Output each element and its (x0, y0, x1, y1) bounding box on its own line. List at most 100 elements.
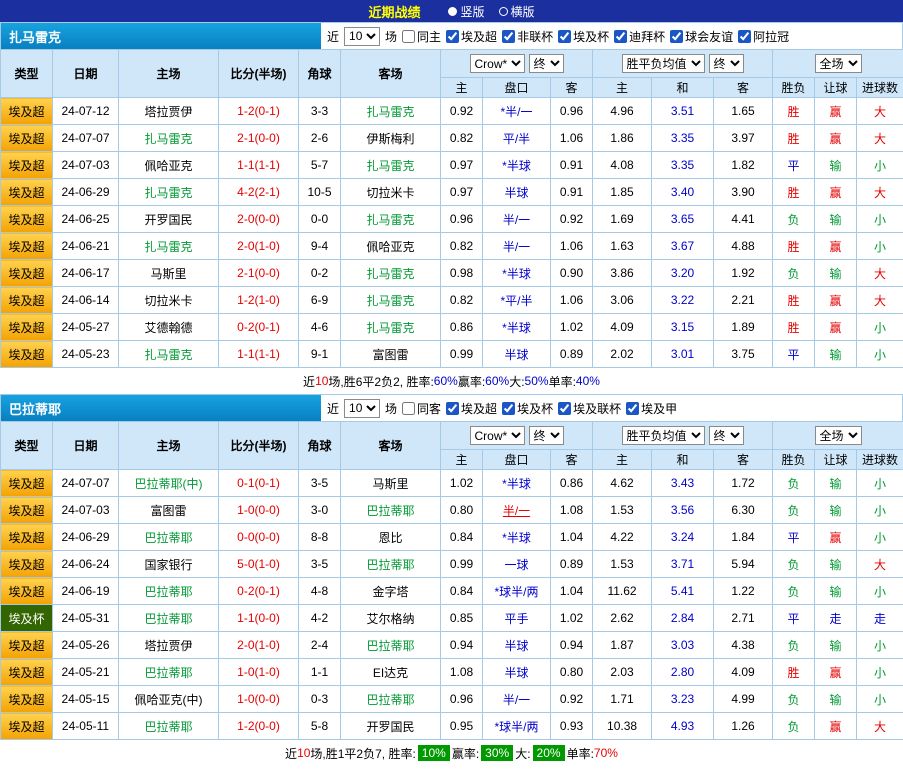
league-type-cell: 埃及超 (1, 686, 53, 713)
asian-odds-header: Crow*终 (441, 422, 593, 450)
euro-away-odds-cell: 3.90 (714, 179, 773, 206)
league-filter-checkbox[interactable] (614, 30, 627, 43)
ah-away-odds-cell: 0.91 (551, 152, 593, 179)
league-filter-checkbox[interactable] (558, 402, 571, 415)
result-cell: 负 (773, 260, 815, 287)
euro-home-odds-cell: 4.22 (593, 524, 652, 551)
league-filter-option[interactable]: 迪拜杯 (614, 28, 665, 45)
corners-cell: 2-6 (299, 125, 341, 152)
league-type-cell: 埃及超 (1, 125, 53, 152)
result-cell: 负 (773, 713, 815, 740)
recent-count-select[interactable]: 10 (344, 27, 380, 46)
recent-count-select[interactable]: 10 (344, 399, 380, 418)
euro-away-odds-cell: 5.94 (714, 551, 773, 578)
euro-home-odds-cell: 1.53 (593, 497, 652, 524)
final-odds-select[interactable]: 终 (709, 54, 744, 73)
home-team-cell: 塔拉贾伊 (119, 632, 219, 659)
column-header: 日期 (53, 50, 119, 98)
league-filter-option[interactable]: 埃及联杯 (558, 400, 621, 417)
euro-home-odds-cell: 11.62 (593, 578, 652, 605)
view-option-vertical[interactable]: 竖版 (448, 3, 484, 20)
league-filter-checkbox[interactable] (446, 30, 459, 43)
corners-cell: 9-4 (299, 233, 341, 260)
column-header: 比分(半场) (219, 50, 299, 98)
filter-bar: 近10场同客埃及超埃及杯埃及联杯埃及甲 (321, 395, 902, 421)
league-filter-option[interactable]: 阿拉冠 (738, 28, 789, 45)
match-row: 埃及超24-06-19巴拉蒂耶0-2(0-1)4-8金字塔0.84*球半/两1.… (1, 578, 903, 605)
company-select[interactable]: Crow* (470, 426, 525, 445)
league-filter-option[interactable]: 埃及甲 (626, 400, 677, 417)
final-odds-select[interactable]: 终 (529, 426, 564, 445)
league-filter-checkbox[interactable] (502, 30, 515, 43)
league-filter-checkbox[interactable] (502, 402, 515, 415)
view-option-horizontal[interactable]: 横版 (499, 3, 535, 20)
league-filter-option[interactable]: 埃及杯 (558, 28, 609, 45)
euro-draw-odds-cell: 2.84 (652, 605, 714, 632)
league-filter-checkbox[interactable] (558, 30, 571, 43)
column-subheader: 胜负 (773, 450, 815, 470)
ah-away-odds-cell: 1.04 (551, 524, 593, 551)
same-venue-checkbox[interactable] (402, 30, 415, 43)
league-type-cell: 埃及超 (1, 524, 53, 551)
date-cell: 24-06-25 (53, 206, 119, 233)
same-venue-checkbox[interactable] (402, 402, 415, 415)
match-row: 埃及超24-06-29巴拉蒂耶0-0(0-0)8-8恩比0.84*半球1.044… (1, 524, 903, 551)
score-cell: 0-2(0-1) (219, 314, 299, 341)
result-cell: 胜 (773, 287, 815, 314)
handicap-cell: 半/一 (483, 206, 551, 233)
league-filter-checkbox[interactable] (670, 30, 683, 43)
handicap-cell: *半球 (483, 314, 551, 341)
score-cell: 1-1(1-1) (219, 341, 299, 368)
same-venue-option[interactable]: 同主 (402, 28, 441, 45)
league-filter-option[interactable]: 埃及超 (446, 28, 497, 45)
home-team-cell: 扎马雷克 (119, 233, 219, 260)
summary-text: 10% (418, 745, 450, 761)
date-cell: 24-05-27 (53, 314, 119, 341)
page-title: 近期战绩 (368, 2, 420, 21)
company-select[interactable]: Crow* (470, 54, 525, 73)
ah-home-odds-cell: 0.98 (441, 260, 483, 287)
euro-draw-odds-cell: 3.15 (652, 314, 714, 341)
league-filter-option[interactable]: 球会友谊 (670, 28, 733, 45)
date-cell: 24-06-17 (53, 260, 119, 287)
scope-select[interactable]: 全场 (815, 426, 862, 445)
handicap-result-cell: 输 (815, 686, 857, 713)
market-select[interactable]: 胜平负均值 (622, 426, 705, 445)
date-cell: 24-06-19 (53, 578, 119, 605)
date-cell: 24-07-12 (53, 98, 119, 125)
summary-text: 大: (515, 745, 530, 762)
sections-container: 扎马雷克近10场同主埃及超非联杯埃及杯迪拜杯球会友谊阿拉冠类型日期主场比分(半场… (0, 22, 903, 766)
market-select[interactable]: 胜平负均值 (622, 54, 705, 73)
away-team-cell: 艾尔格纳 (341, 605, 441, 632)
euro-away-odds-cell: 1.26 (714, 713, 773, 740)
summary-text: 20% (533, 745, 565, 761)
matches-label: 场 (385, 28, 397, 45)
column-subheader: 胜负 (773, 78, 815, 98)
corners-cell: 3-0 (299, 497, 341, 524)
handicap-cell: 一球 (483, 551, 551, 578)
summary-text: 单率: (549, 373, 576, 390)
same-venue-option[interactable]: 同客 (402, 400, 441, 417)
ah-away-odds-cell: 0.89 (551, 341, 593, 368)
league-filter-option[interactable]: 埃及杯 (502, 400, 553, 417)
league-filter-checkbox[interactable] (738, 30, 751, 43)
scope-select[interactable]: 全场 (815, 54, 862, 73)
goals-result-cell: 小 (857, 497, 903, 524)
euro-away-odds-cell: 1.72 (714, 470, 773, 497)
away-team-cell: 扎马雷克 (341, 287, 441, 314)
final-odds-select[interactable]: 终 (709, 426, 744, 445)
final-odds-select[interactable]: 终 (529, 54, 564, 73)
ah-away-odds-cell: 1.06 (551, 233, 593, 260)
league-filter-checkbox[interactable] (626, 402, 639, 415)
ah-away-odds-cell: 0.92 (551, 686, 593, 713)
goals-result-cell: 大 (857, 551, 903, 578)
euro-away-odds-cell: 2.21 (714, 287, 773, 314)
date-cell: 24-05-26 (53, 632, 119, 659)
league-type-cell: 埃及超 (1, 497, 53, 524)
handicap-result-cell: 输 (815, 341, 857, 368)
league-filter-option[interactable]: 非联杯 (502, 28, 553, 45)
euro-odds-header: 胜平负均值终 (593, 422, 773, 450)
league-filter-checkbox[interactable] (446, 402, 459, 415)
corners-cell: 4-2 (299, 605, 341, 632)
league-filter-option[interactable]: 埃及超 (446, 400, 497, 417)
